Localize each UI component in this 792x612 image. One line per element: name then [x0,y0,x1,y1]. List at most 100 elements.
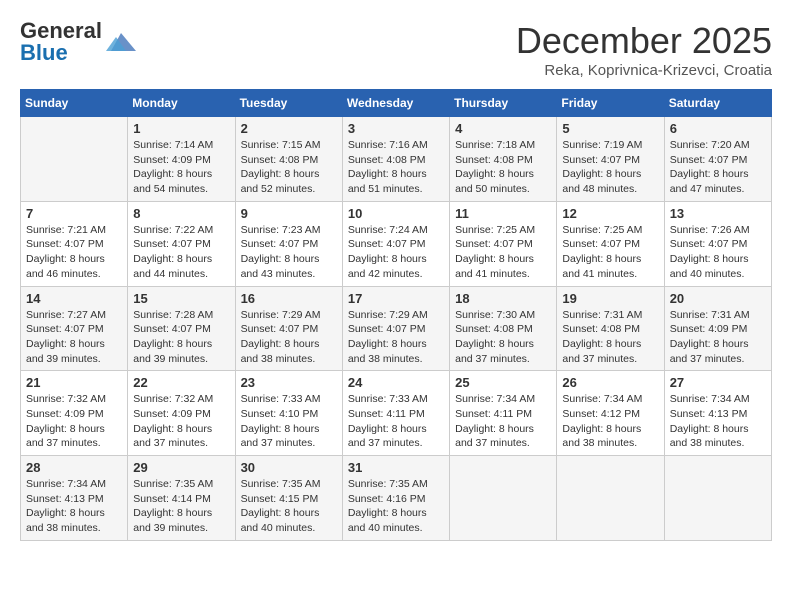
calendar-cell: 25Sunrise: 7:34 AM Sunset: 4:11 PM Dayli… [450,371,557,456]
calendar-cell: 20 Sunrise: 7:31 AM Sunset: 4:09 PM Dayli… [664,286,771,371]
day-number: 19 [562,291,658,306]
calendar-cell: 15 Sunrise: 7:28 AM Sunset: 4:07 PM Dayli… [128,286,235,371]
calendar-cell [450,456,557,541]
calendar-cell: 30 Sunrise: 7:35 AM Sunset: 4:15 PM Dayli… [235,456,342,541]
calendar-cell: 24Sunrise: 7:33 AM Sunset: 4:11 PM Dayli… [342,371,449,456]
logo: General Blue [20,20,136,64]
calendar-week-3: 14 Sunrise: 7:27 AM Sunset: 4:07 PM Dayli… [21,286,772,371]
calendar-week-4: 21 Sunrise: 7:32 AM Sunset: 4:09 PM Dayli… [21,371,772,456]
day-info: Sunrise: 7:16 AM Sunset: 4:08 PM Dayligh… [348,138,444,197]
calendar-cell: 21 Sunrise: 7:32 AM Sunset: 4:09 PM Dayli… [21,371,128,456]
calendar-cell: 14 Sunrise: 7:27 AM Sunset: 4:07 PM Dayli… [21,286,128,371]
day-number: 27 [670,375,766,390]
day-number: 2 [241,121,337,136]
day-info: Sunrise: 7:35 AM Sunset: 4:16 PM Dayligh… [348,477,444,536]
month-title: December 2025 [516,20,772,62]
logo-text: General Blue [20,20,102,64]
day-number: 15 [133,291,229,306]
day-number: 10 [348,206,444,221]
day-info: Sunrise: 7:26 AM Sunset: 4:07 PM Dayligh… [670,223,766,282]
calendar-cell: 23Sunrise: 7:33 AM Sunset: 4:10 PM Dayli… [235,371,342,456]
day-info: Sunrise: 7:20 AM Sunset: 4:07 PM Dayligh… [670,138,766,197]
day-info: Sunrise: 7:33 AM Sunset: 4:10 PM Dayligh… [241,392,337,451]
calendar-cell: 28 Sunrise: 7:34 AM Sunset: 4:13 PM Dayli… [21,456,128,541]
calendar-cell: 26 Sunrise: 7:34 AM Sunset: 4:12 PM Dayli… [557,371,664,456]
day-number: 26 [562,375,658,390]
calendar-cell: 31Sunrise: 7:35 AM Sunset: 4:16 PM Dayli… [342,456,449,541]
day-number: 20 [670,291,766,306]
calendar-cell [664,456,771,541]
day-info: Sunrise: 7:27 AM Sunset: 4:07 PM Dayligh… [26,308,122,367]
calendar-week-1: 1 Sunrise: 7:14 AM Sunset: 4:09 PM Daylig… [21,117,772,202]
day-info: Sunrise: 7:32 AM Sunset: 4:09 PM Dayligh… [26,392,122,451]
day-number: 17 [348,291,444,306]
header-thursday: Thursday [450,90,557,117]
day-number: 29 [133,460,229,475]
header-sunday: Sunday [21,90,128,117]
calendar-week-5: 28 Sunrise: 7:34 AM Sunset: 4:13 PM Dayli… [21,456,772,541]
day-info: Sunrise: 7:30 AM Sunset: 4:08 PM Dayligh… [455,308,551,367]
day-info: Sunrise: 7:18 AM Sunset: 4:08 PM Dayligh… [455,138,551,197]
calendar-header-row: SundayMondayTuesdayWednesdayThursdayFrid… [21,90,772,117]
day-number: 22 [133,375,229,390]
day-info: Sunrise: 7:24 AM Sunset: 4:07 PM Dayligh… [348,223,444,282]
day-number: 5 [562,121,658,136]
header-monday: Monday [128,90,235,117]
calendar-cell: 22Sunrise: 7:32 AM Sunset: 4:09 PM Dayli… [128,371,235,456]
day-number: 21 [26,375,122,390]
day-number: 18 [455,291,551,306]
day-number: 11 [455,206,551,221]
day-info: Sunrise: 7:34 AM Sunset: 4:13 PM Dayligh… [26,477,122,536]
day-info: Sunrise: 7:29 AM Sunset: 4:07 PM Dayligh… [348,308,444,367]
day-number: 14 [26,291,122,306]
header-saturday: Saturday [664,90,771,117]
calendar-cell: 9 Sunrise: 7:23 AM Sunset: 4:07 PM Daylig… [235,201,342,286]
day-number: 4 [455,121,551,136]
day-number: 25 [455,375,551,390]
day-info: Sunrise: 7:31 AM Sunset: 4:09 PM Dayligh… [670,308,766,367]
day-number: 8 [133,206,229,221]
day-info: Sunrise: 7:14 AM Sunset: 4:09 PM Dayligh… [133,138,229,197]
day-info: Sunrise: 7:29 AM Sunset: 4:07 PM Dayligh… [241,308,337,367]
day-info: Sunrise: 7:19 AM Sunset: 4:07 PM Dayligh… [562,138,658,197]
day-number: 30 [241,460,337,475]
calendar-cell [21,117,128,202]
header-friday: Friday [557,90,664,117]
location-title: Reka, Koprivnica-Krizevci, Croatia [516,62,772,79]
day-info: Sunrise: 7:35 AM Sunset: 4:14 PM Dayligh… [133,477,229,536]
calendar-cell: 27 Sunrise: 7:34 AM Sunset: 4:13 PM Dayli… [664,371,771,456]
calendar-cell: 16 Sunrise: 7:29 AM Sunset: 4:07 PM Dayli… [235,286,342,371]
day-info: Sunrise: 7:34 AM Sunset: 4:12 PM Dayligh… [562,392,658,451]
day-info: Sunrise: 7:21 AM Sunset: 4:07 PM Dayligh… [26,223,122,282]
calendar-cell: 18 Sunrise: 7:30 AM Sunset: 4:08 PM Dayli… [450,286,557,371]
day-info: Sunrise: 7:22 AM Sunset: 4:07 PM Dayligh… [133,223,229,282]
day-number: 13 [670,206,766,221]
day-number: 6 [670,121,766,136]
day-number: 28 [26,460,122,475]
calendar-cell: 1 Sunrise: 7:14 AM Sunset: 4:09 PM Daylig… [128,117,235,202]
day-number: 16 [241,291,337,306]
day-info: Sunrise: 7:25 AM Sunset: 4:07 PM Dayligh… [455,223,551,282]
day-info: Sunrise: 7:23 AM Sunset: 4:07 PM Dayligh… [241,223,337,282]
calendar-cell: 5 Sunrise: 7:19 AM Sunset: 4:07 PM Daylig… [557,117,664,202]
calendar-cell: 4 Sunrise: 7:18 AM Sunset: 4:08 PM Daylig… [450,117,557,202]
day-info: Sunrise: 7:15 AM Sunset: 4:08 PM Dayligh… [241,138,337,197]
day-info: Sunrise: 7:35 AM Sunset: 4:15 PM Dayligh… [241,477,337,536]
day-info: Sunrise: 7:34 AM Sunset: 4:13 PM Dayligh… [670,392,766,451]
calendar-table: SundayMondayTuesdayWednesdayThursdayFrid… [20,89,772,541]
day-number: 9 [241,206,337,221]
calendar-cell: 19 Sunrise: 7:31 AM Sunset: 4:08 PM Dayli… [557,286,664,371]
day-info: Sunrise: 7:31 AM Sunset: 4:08 PM Dayligh… [562,308,658,367]
day-number: 1 [133,121,229,136]
calendar-cell: 10 Sunrise: 7:24 AM Sunset: 4:07 PM Dayli… [342,201,449,286]
day-number: 12 [562,206,658,221]
header-wednesday: Wednesday [342,90,449,117]
calendar-cell: 6 Sunrise: 7:20 AM Sunset: 4:07 PM Daylig… [664,117,771,202]
calendar-cell: 17 Sunrise: 7:29 AM Sunset: 4:07 PM Dayli… [342,286,449,371]
day-info: Sunrise: 7:28 AM Sunset: 4:07 PM Dayligh… [133,308,229,367]
logo-blue: Blue [20,40,68,65]
calendar-cell: 7Sunrise: 7:21 AM Sunset: 4:07 PM Daylig… [21,201,128,286]
day-info: Sunrise: 7:33 AM Sunset: 4:11 PM Dayligh… [348,392,444,451]
page-header: General Blue December 2025 Reka, Koprivn… [20,20,772,79]
calendar-cell: 11 Sunrise: 7:25 AM Sunset: 4:07 PM Dayli… [450,201,557,286]
